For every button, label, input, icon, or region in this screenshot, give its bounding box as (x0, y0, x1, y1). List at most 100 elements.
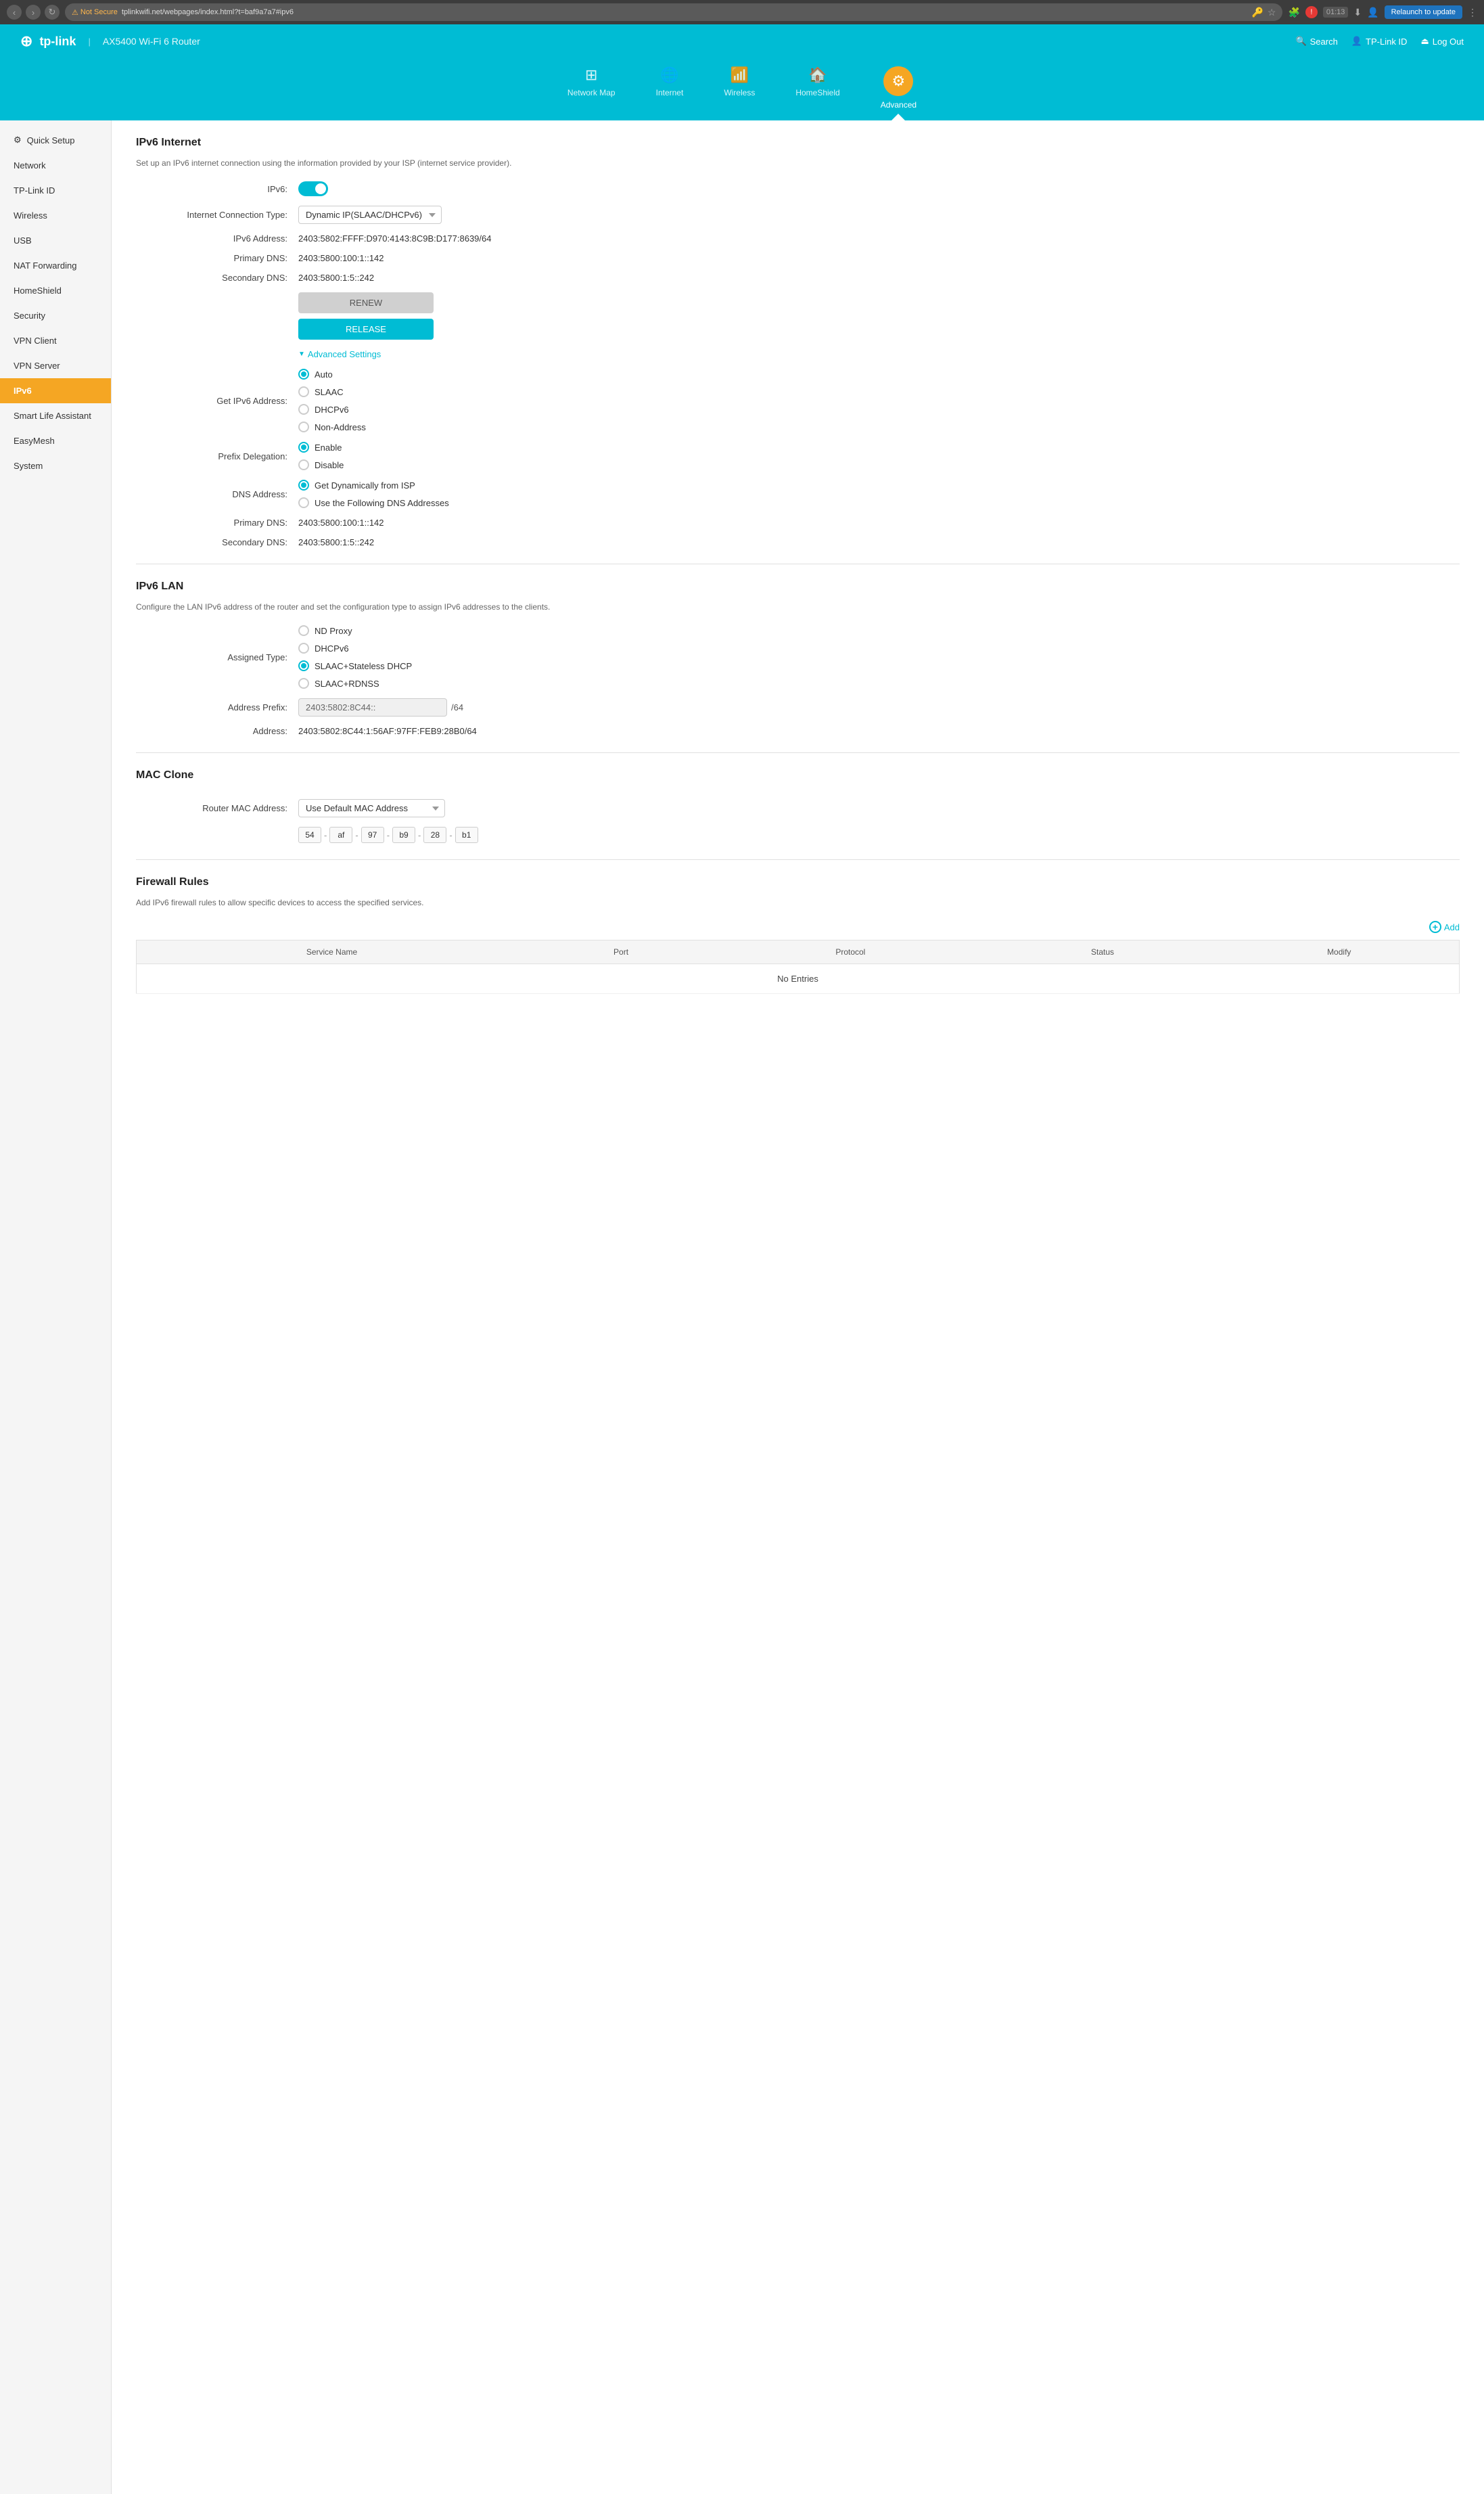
advanced-settings-link[interactable]: Advanced Settings (298, 349, 381, 359)
prefix-delegation-disable-label: Disable (315, 460, 344, 470)
router-mac-select[interactable]: Use Default MAC AddressUse Computer's MA… (298, 799, 445, 817)
radio-slaac[interactable] (298, 386, 309, 397)
mac-dash-2: - (355, 830, 358, 840)
main-layout: ⚙ Quick Setup Network TP-Link ID Wireles… (0, 120, 1484, 2494)
tab-internet[interactable]: 🌐 Internet (636, 58, 704, 120)
mac-seg-5[interactable] (423, 827, 446, 843)
sidebar-item-vpn-server[interactable]: VPN Server (0, 353, 111, 378)
advanced-settings-label: Advanced Settings (308, 349, 381, 359)
prefix-delegation-row: Prefix Delegation: Enable Disable (136, 442, 1460, 470)
address-bar[interactable]: ⚠ Not Secure tplinkwifi.net/webpages/ind… (65, 3, 1282, 21)
profile-icon[interactable]: 👤 (1367, 7, 1378, 18)
get-ipv6-auto-label: Auto (315, 369, 333, 380)
menu-icon[interactable]: ⋮ (1468, 7, 1477, 18)
sidebar-item-ipv6[interactable]: IPv6 (0, 378, 111, 403)
firewall-rules-section: Firewall Rules Add IPv6 firewall rules t… (136, 876, 1460, 994)
prefix-delegation-enable[interactable]: Enable (298, 442, 344, 453)
mac-dash-3: - (387, 830, 390, 840)
logout-action[interactable]: ⏏ Log Out (1420, 36, 1464, 47)
radio-auto[interactable] (298, 369, 309, 380)
get-ipv6-label: Get IPv6 Address: (149, 396, 298, 406)
sidebar-item-quick-setup[interactable]: ⚙ Quick Setup (0, 127, 111, 153)
add-rule-button[interactable]: + Add (136, 921, 1460, 933)
sidebar-item-tplink-id[interactable]: TP-Link ID (0, 178, 111, 203)
sidebar-item-vpn-client[interactable]: VPN Client (0, 328, 111, 353)
extensions-icon[interactable]: 🧩 (1288, 7, 1299, 18)
ipv6-toggle[interactable] (298, 181, 328, 196)
search-action[interactable]: 🔍 Search (1295, 36, 1337, 47)
dns-dynamic-label: Get Dynamically from ISP (315, 480, 415, 491)
primary-dns2-row: Primary DNS: 2403:5800:100:1::142 (136, 518, 1460, 528)
tab-advanced[interactable]: ⚙ Advanced (860, 58, 937, 120)
col-status: Status (986, 940, 1220, 964)
get-ipv6-auto[interactable]: Auto (298, 369, 366, 380)
get-ipv6-non-address[interactable]: Non-Address (298, 422, 366, 432)
get-ipv6-dhcpv6[interactable]: DHCPv6 (298, 404, 366, 415)
sidebar-item-usb[interactable]: USB (0, 228, 111, 253)
sidebar-item-security[interactable]: Security (0, 303, 111, 328)
assigned-nd-proxy[interactable]: ND Proxy (298, 625, 412, 636)
header-actions: 🔍 Search 👤 TP-Link ID ⏏ Log Out (1295, 36, 1464, 47)
radio-lan-dhcpv6[interactable] (298, 643, 309, 654)
router-mac-row: Router MAC Address: Use Default MAC Addr… (136, 799, 1460, 817)
tab-network-map[interactable]: ⊞ Network Map (547, 58, 636, 120)
tab-wireless-label: Wireless (724, 88, 755, 97)
assigned-dhcpv6[interactable]: DHCPv6 (298, 643, 412, 654)
release-button[interactable]: RELEASE (298, 319, 434, 340)
get-ipv6-options: Auto SLAAC DHCPv6 Non-Address (298, 369, 366, 432)
renew-button[interactable]: RENEW (298, 292, 434, 313)
forward-button[interactable]: › (26, 5, 41, 20)
ipv6-internet-section: IPv6 Internet Set up an IPv6 internet co… (136, 137, 1460, 547)
star-icon[interactable]: ☆ (1268, 7, 1276, 18)
notification-badge: ! (1305, 6, 1318, 18)
back-button[interactable]: ‹ (7, 5, 22, 20)
quick-setup-icon: ⚙ (14, 135, 22, 145)
ipv6-lan-section: IPv6 LAN Configure the LAN IPv6 address … (136, 581, 1460, 736)
refresh-button[interactable]: ↻ (45, 5, 60, 20)
sidebar-item-system[interactable]: System (0, 453, 111, 478)
warning-icon: ⚠ (72, 8, 78, 17)
col-modify: Modify (1219, 940, 1459, 964)
downloads-icon[interactable]: ⬇ (1353, 7, 1362, 18)
sidebar-item-homeshield[interactable]: HomeShield (0, 278, 111, 303)
dns-following[interactable]: Use the Following DNS Addresses (298, 497, 449, 508)
mac-seg-2[interactable] (329, 827, 352, 843)
sidebar-item-nat-forwarding[interactable]: NAT Forwarding (0, 253, 111, 278)
sidebar-item-smart-life[interactable]: Smart Life Assistant (0, 403, 111, 428)
radio-nd-proxy[interactable] (298, 625, 309, 636)
assigned-slaac-rdnss[interactable]: SLAAC+RDNSS (298, 678, 412, 689)
radio-dhcpv6[interactable] (298, 404, 309, 415)
connection-type-select[interactable]: Dynamic IP(SLAAC/DHCPv6)Static IPPPPoE6t… (298, 206, 442, 224)
radio-disable[interactable] (298, 459, 309, 470)
sidebar-label-quick-setup: Quick Setup (27, 135, 75, 145)
search-icon: 🔍 (1295, 36, 1306, 47)
tab-wireless[interactable]: 📶 Wireless (703, 58, 775, 120)
address-prefix-input[interactable] (298, 698, 447, 717)
relaunch-button[interactable]: Relaunch to update (1385, 5, 1462, 19)
divider-3 (136, 859, 1460, 860)
assigned-slaac-stateless[interactable]: SLAAC+Stateless DHCP (298, 660, 412, 671)
sidebar-item-easymesh[interactable]: EasyMesh (0, 428, 111, 453)
tplink-id-action[interactable]: 👤 TP-Link ID (1351, 36, 1408, 47)
radio-enable[interactable] (298, 442, 309, 453)
dns-dynamic[interactable]: Get Dynamically from ISP (298, 480, 449, 491)
sidebar-item-wireless[interactable]: Wireless (0, 203, 111, 228)
sidebar-item-network[interactable]: Network (0, 153, 111, 178)
mac-seg-6[interactable] (455, 827, 478, 843)
nd-proxy-label: ND Proxy (315, 626, 352, 636)
tab-homeshield[interactable]: 🏠 HomeShield (775, 58, 860, 120)
clock-icon: 01:13 (1323, 7, 1349, 18)
get-ipv6-slaac[interactable]: SLAAC (298, 386, 366, 397)
firewall-rules-title: Firewall Rules (136, 876, 1460, 895)
mac-seg-4[interactable] (392, 827, 415, 843)
mac-seg-3[interactable] (361, 827, 384, 843)
radio-slaac-rdnss[interactable] (298, 678, 309, 689)
radio-slaac-stateless[interactable] (298, 660, 309, 671)
connection-type-row: Internet Connection Type: Dynamic IP(SLA… (136, 206, 1460, 224)
prefix-delegation-disable[interactable]: Disable (298, 459, 344, 470)
radio-dns-dynamic[interactable] (298, 480, 309, 491)
no-entries-cell: No Entries (137, 964, 1460, 994)
radio-non-address[interactable] (298, 422, 309, 432)
radio-dns-following[interactable] (298, 497, 309, 508)
mac-seg-1[interactable] (298, 827, 321, 843)
